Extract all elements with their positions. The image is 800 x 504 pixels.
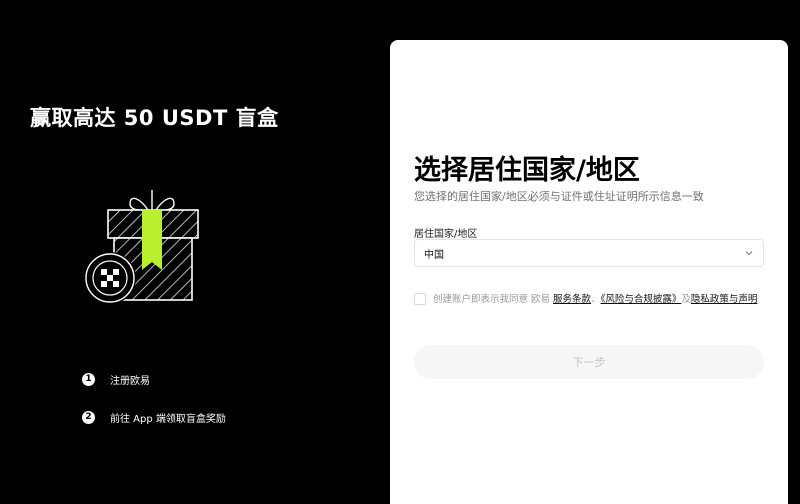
signup-card: 选择居住国家/地区 您选择的居住国家/地区必须与证件或住址证明所示信息一致 居住… — [390, 40, 788, 504]
risk-disclosure-link[interactable]: 《风险与合规披露》 — [601, 294, 682, 305]
agreement-text: 创建账户即表示我同意 欧易 服务条款、《风险与合规披露》及隐私政策与声明 — [433, 292, 757, 307]
chevron-down-icon — [745, 251, 753, 256]
agreement-checkbox[interactable] — [414, 293, 426, 305]
step-label: 注册欧易 — [110, 375, 150, 387]
form-title: 选择居住国家/地区 — [414, 155, 640, 186]
agreement-row: 创建账户即表示我同意 欧易 服务条款、《风险与合规披露》及隐私政策与声明 — [414, 292, 766, 307]
country-label: 居住国家/地区 — [414, 229, 478, 240]
country-select-value: 中国 — [424, 249, 444, 261]
step-number: 1 — [82, 372, 95, 386]
step-number: 2 — [82, 410, 95, 424]
next-button[interactable]: 下一步 — [414, 345, 764, 379]
privacy-policy-link[interactable]: 隐私政策与声明 — [691, 294, 758, 305]
agreement-separator: 及 — [681, 294, 691, 305]
gift-box-icon — [84, 190, 199, 304]
form-subtitle: 您选择的居住国家/地区必须与证件或住址证明所示信息一致 — [414, 190, 704, 203]
agreement-prefix: 创建账户即表示我同意 欧易 — [433, 294, 554, 305]
agreement-separator: 、 — [591, 294, 601, 305]
terms-link[interactable]: 服务条款 — [553, 294, 591, 305]
promo-steps: 1 注册欧易 2 前往 App 端领取盲盒奖励 — [82, 370, 226, 446]
step-label: 前往 App 端领取盲盒奖励 — [110, 413, 226, 425]
step-item: 1 注册欧易 — [82, 370, 226, 388]
promo-panel: 赢取高达 50 USDT 盲盒 1 注册欧易 2 前往 App 端领取盲盒奖励 — [0, 0, 390, 504]
promo-title: 赢取高达 50 USDT 盲盒 — [30, 106, 279, 130]
step-item: 2 前往 App 端领取盲盒奖励 — [82, 408, 226, 426]
country-select[interactable]: 中国 — [414, 239, 764, 267]
